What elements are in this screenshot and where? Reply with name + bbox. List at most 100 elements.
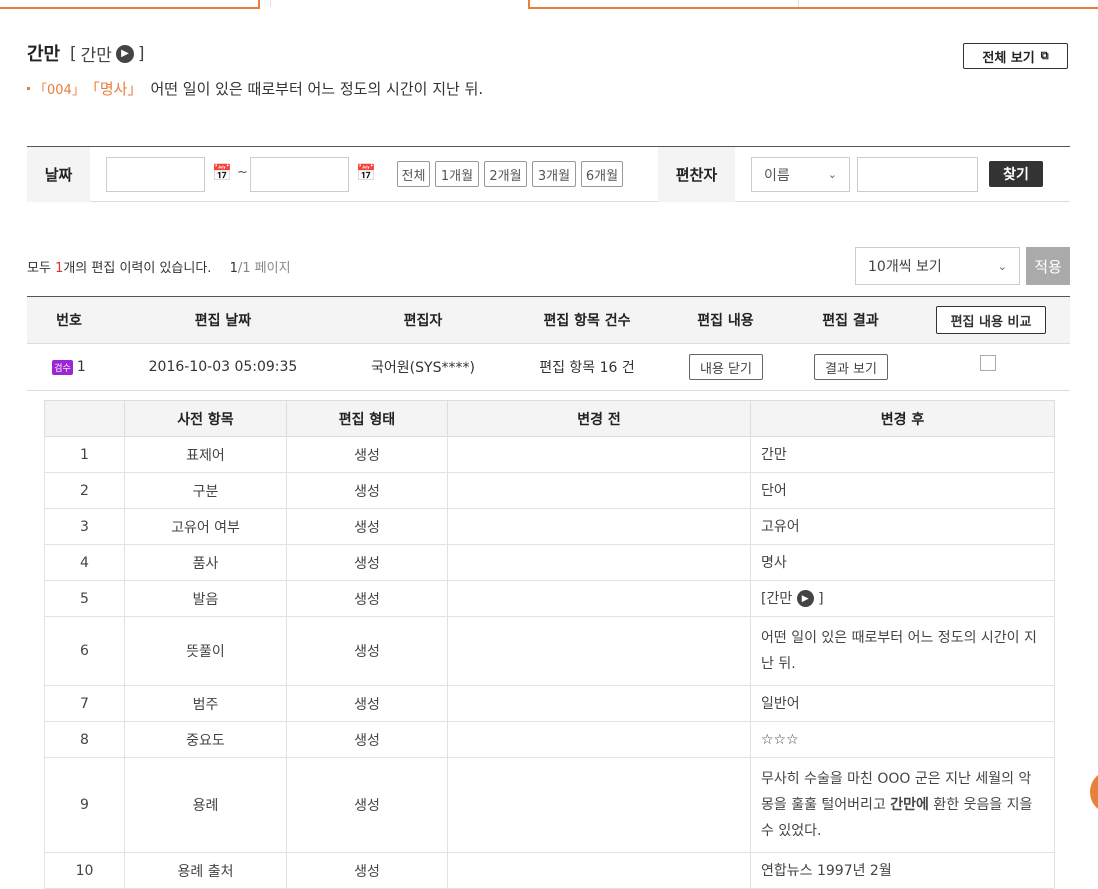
row-item: 발음 — [124, 580, 287, 617]
col-result: 편집 결과 — [822, 313, 879, 329]
range-2m-button[interactable]: 2개월 — [484, 161, 527, 187]
review-badge: 검수 — [52, 359, 73, 375]
row-number: 1 — [76, 359, 86, 375]
pronunciation: [간만 ▶ ] — [70, 41, 145, 67]
sense-code: 「004」 — [34, 83, 85, 98]
page-current: 1 — [229, 261, 238, 276]
tab-left-edge — [0, 0, 260, 9]
row-before — [447, 472, 751, 509]
row-type: 생성 — [286, 544, 448, 581]
row-no: 6 — [44, 616, 125, 686]
page-total: /1 페이지 — [237, 261, 291, 276]
row-item: 표제어 — [124, 436, 287, 473]
table-row: 6 뜻풀이 생성 어떤 일이 있은 때로부터 어느 정도의 시간이 지난 뒤. — [44, 616, 1055, 686]
row-before — [447, 852, 751, 889]
view-result-button[interactable]: 결과 보기 — [814, 354, 888, 380]
row-before — [447, 685, 751, 722]
date-tilde: ~ — [237, 165, 248, 180]
chevron-down-icon: ⌄ — [997, 259, 1007, 273]
bracket-open: [ — [70, 43, 77, 64]
bullet-icon — [27, 87, 30, 90]
close-content-button[interactable]: 내용 닫기 — [689, 354, 763, 380]
table-row: 8 중요도 생성 ☆☆☆ — [44, 721, 1055, 758]
per-page-value: 10개씩 보기 — [868, 259, 942, 275]
compare-checkbox[interactable] — [980, 355, 996, 371]
compare-button[interactable]: 편집 내용 비교 — [936, 306, 1046, 334]
start-date-input[interactable] — [106, 157, 205, 192]
calendar-icon[interactable]: 📅 — [356, 163, 376, 182]
date-label: 날짜 — [27, 147, 90, 202]
row-before — [447, 544, 751, 581]
example-highlight: 간만에 — [890, 797, 929, 813]
full-view-label: 전체 보기 — [982, 50, 1035, 66]
detail-col-after: 변경 후 — [750, 400, 1055, 437]
popup-icon: ⧉ — [1040, 49, 1049, 62]
chevron-down-icon: ⌄ — [827, 168, 837, 181]
row-before — [447, 616, 751, 686]
row-type: 생성 — [286, 616, 448, 686]
row-after: 무사히 수술을 마친 OOO 군은 지난 세월의 악몽을 훌훌 털어버리고 간만… — [750, 757, 1055, 853]
row-before — [447, 757, 751, 853]
row-item: 구분 — [124, 472, 287, 509]
calendar-icon[interactable]: 📅 — [212, 163, 232, 182]
detail-col-type: 편집 형태 — [286, 400, 448, 437]
sense-line: 「004」 「명사」 어떤 일이 있은 때로부터 어느 정도의 시간이 지난 뒤… — [27, 78, 483, 99]
end-date-input[interactable] — [250, 157, 349, 192]
summary-suffix: 개의 편집 이력이 있습니다. — [63, 261, 212, 276]
floating-top-button[interactable] — [1090, 770, 1098, 814]
speaker-icon[interactable]: ▶ — [115, 44, 134, 63]
table-row: 3 고유어 여부 생성 고유어 — [44, 508, 1055, 545]
tab-right-edge — [528, 0, 1098, 9]
row-type: 생성 — [286, 508, 448, 545]
row-type: 생성 — [286, 472, 448, 509]
range-6m-button[interactable]: 6개월 — [581, 161, 623, 187]
editor-label: 편찬자 — [658, 147, 735, 202]
tab-divider — [798, 0, 799, 7]
row-after: 고유어 — [750, 508, 1055, 545]
editor-search-input[interactable] — [857, 157, 978, 192]
row-after: 연합뉴스 1997년 2월 — [750, 852, 1055, 889]
headword: 간만 — [27, 44, 61, 65]
row-no: 5 — [44, 580, 125, 617]
row-editor: 국어원(SYS****) — [371, 360, 475, 376]
row-after: 간만 — [750, 436, 1055, 473]
row-no: 3 — [44, 508, 125, 545]
row-type: 생성 — [286, 757, 448, 853]
search-button[interactable]: 찾기 — [989, 161, 1043, 187]
range-all-button[interactable]: 전체 — [397, 161, 430, 187]
sense-pos: 「명사」 — [84, 80, 143, 98]
filter-bar: 날짜 📅 ~ 📅 전체 1개월 2개월 3개월 6개월 편찬자 이름 ⌄ 찾기 — [27, 146, 1070, 202]
col-editor: 편집자 — [403, 313, 443, 329]
row-no: 9 — [44, 757, 125, 853]
row-item: 범주 — [124, 685, 287, 722]
full-view-button[interactable]: 전체 보기 ⧉ — [963, 43, 1068, 69]
range-3m-button[interactable]: 3개월 — [532, 161, 576, 187]
bracket-close: ] — [818, 590, 824, 607]
row-no: 1 — [44, 436, 125, 473]
table-row: 2 구분 생성 단어 — [44, 472, 1055, 509]
edit-detail-table: 사전 항목 편집 형태 변경 전 변경 후 1 표제어 생성 간만 2 구분 생… — [44, 400, 1055, 889]
speaker-icon[interactable]: ▶ — [796, 590, 814, 607]
per-page-select[interactable]: 10개씩 보기 ⌄ — [855, 247, 1020, 285]
tab-divider — [258, 0, 271, 7]
row-item: 뜻풀이 — [124, 616, 287, 686]
row-type: 생성 — [286, 685, 448, 722]
row-after: 일반어 — [750, 685, 1055, 722]
range-1m-button[interactable]: 1개월 — [435, 161, 479, 187]
detail-header-row: 사전 항목 편집 형태 변경 전 변경 후 — [44, 400, 1055, 437]
row-before — [447, 508, 751, 545]
editor-type-select[interactable]: 이름 ⌄ — [751, 157, 850, 192]
table-row: 9 용례 생성 무사히 수술을 마친 OOO 군은 지난 세월의 악몽을 훌훌 … — [44, 757, 1055, 853]
row-no: 8 — [44, 721, 125, 758]
row-no: 2 — [44, 472, 125, 509]
row-number-cell: 검수 1 — [27, 344, 111, 390]
bracket-close: ] — [137, 43, 145, 64]
table-row: 10 용례 출처 생성 연합뉴스 1997년 2월 — [44, 852, 1055, 889]
row-item: 품사 — [124, 544, 287, 581]
row-no: 7 — [44, 685, 125, 722]
col-date: 편집 날짜 — [194, 313, 252, 329]
row-after: [간만 ▶ ] — [750, 580, 1055, 617]
apply-button[interactable]: 적용 — [1026, 247, 1070, 285]
row-after: 단어 — [750, 472, 1055, 509]
row-item: 중요도 — [124, 721, 287, 758]
